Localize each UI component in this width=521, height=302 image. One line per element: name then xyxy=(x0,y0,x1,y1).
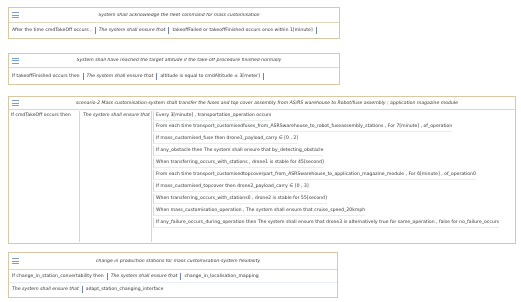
rule-text: After the time xyxy=(12,28,44,33)
rule-text: takeoffFailed or takeoffFinished occurs … xyxy=(172,28,313,33)
separator xyxy=(262,72,264,80)
rule-keyword: The system shall ensure that xyxy=(12,287,79,292)
separator xyxy=(315,27,317,34)
rule-keyword: The system shall ensure that xyxy=(86,73,154,79)
requirement-header: scenario-2 Mass customisation-system sha… xyxy=(9,97,515,110)
requirement-title: System shall acknowledge the fleet comma… xyxy=(98,12,260,18)
requirement-title: change in production stations for mass c… xyxy=(95,258,261,264)
separator xyxy=(94,27,96,34)
rule-keyword-column: The system shall ensure that xyxy=(81,111,152,242)
requirement-rule: If change_in_station_convertability then… xyxy=(9,270,337,283)
rule-keyword: The system shall ensure that xyxy=(98,28,166,33)
menu-icon[interactable] xyxy=(12,57,19,64)
rule-lines: Every 3[minute] , transportation_operati… xyxy=(153,111,515,244)
requirement-station-flexibility: change in production stations for mass c… xyxy=(8,252,338,298)
separator xyxy=(81,286,83,293)
menu-icon[interactable] xyxy=(12,100,19,106)
rule-line: If any_failure_occurs_during_operation t… xyxy=(153,218,500,228)
requirement-rule: If takeoffFinished occurs then The syste… xyxy=(9,68,339,84)
rule-event: cmdTakeOff xyxy=(45,28,73,33)
rule-condition: If change_in_station_convertability then xyxy=(12,273,104,279)
requirement-header: System shall acknowledge the fleet comma… xyxy=(9,8,339,23)
rule-keyword: The system shall ensure that xyxy=(110,273,178,279)
rule-line: If any_obstacle then The system shall en… xyxy=(153,146,324,156)
rule-condition: If cmdTakeOff occurs then xyxy=(11,113,71,118)
rule-keyword: The system shall ensure that xyxy=(83,113,150,118)
rule-line: If mass_customised_topcover then drone2_… xyxy=(153,182,309,192)
separator xyxy=(168,27,170,34)
menu-icon[interactable] xyxy=(12,12,19,18)
requirement-rule: After the time cmdTakeOff occurs , The s… xyxy=(9,23,339,38)
rule-line: When transferring_occurs_with_stations ,… xyxy=(153,158,324,168)
rule-line: Every 3[minute] , transportation_operati… xyxy=(153,111,272,121)
rule-line: From each time transport_customisedfuses… xyxy=(153,122,453,132)
rule-text: adapt_station_changing_interface xyxy=(85,287,164,292)
rule-text: change_in_localisation_mapping xyxy=(184,273,259,279)
requirement-title: scenario-2 Mass customisation-system sha… xyxy=(76,100,458,106)
rule-line: When mass_customisation_operation , The … xyxy=(153,206,366,216)
rule-line: When transferring_occurs_with_stations0 … xyxy=(153,194,327,204)
menu-icon[interactable] xyxy=(12,258,19,264)
rule-line: If mass_customised_fuse then drone1_payl… xyxy=(153,134,299,144)
requirement-rule: The system shall ensure that adapt_stati… xyxy=(9,283,337,296)
requirement-header: System shall have reached the target alt… xyxy=(9,54,339,68)
requirement-scenario-2: scenario-2 Mass customisation-system sha… xyxy=(8,96,516,244)
rule-condition: If takeoffFinished occurs then xyxy=(12,73,80,79)
requirement-header: change in production stations for mass c… xyxy=(9,253,337,270)
rule-line: From each time transport_customisedtopco… xyxy=(153,170,476,180)
rule-text: occurs , xyxy=(73,28,92,33)
rule-text: altitude is equal to cmdAltitude ± 3[met… xyxy=(160,73,260,79)
separator xyxy=(180,272,182,280)
requirement-fleet-ack: System shall acknowledge the fleet comma… xyxy=(8,7,340,39)
requirement-target-altitude: System shall have reached the target alt… xyxy=(8,53,340,85)
separator xyxy=(156,72,158,80)
requirement-title: System shall have reached the target alt… xyxy=(76,58,282,63)
separator xyxy=(82,72,84,80)
separator xyxy=(106,272,108,280)
rule-condition-column: If cmdTakeOff occurs then xyxy=(9,111,80,242)
